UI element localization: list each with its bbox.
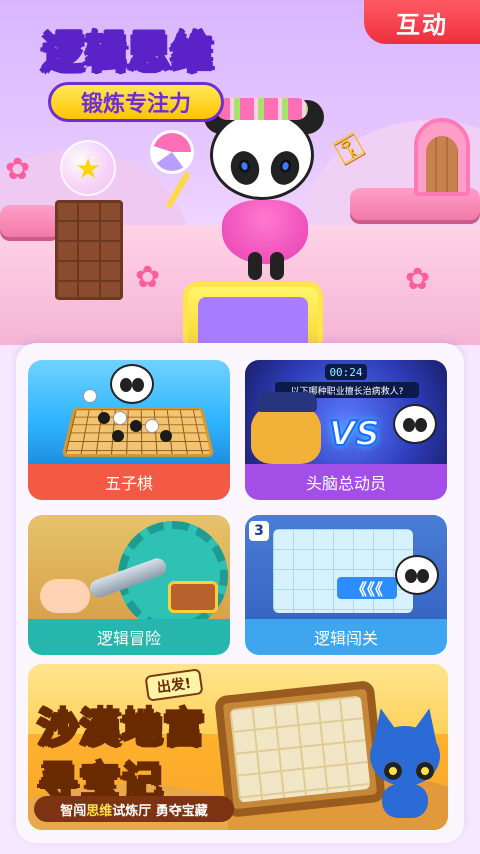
card-label: 头脑总动员: [245, 464, 447, 500]
gomoku-board: [61, 407, 214, 457]
treasure-chest-icon: [168, 581, 218, 613]
pink-platform: [0, 205, 60, 237]
banner-tagline: 智闯 思维 试炼厅 勇夺宝藏: [34, 796, 234, 822]
vs-badge: VS: [329, 414, 380, 454]
hero-title-block: 逻辑思维 锻炼专注力: [6, 8, 246, 126]
logic-levels-art: 3 《《《: [245, 515, 447, 619]
maze-box: [214, 680, 386, 818]
brain-battle-art: 00:24 以下哪种职业擅长治病救人? VS: [245, 360, 447, 464]
game-card-gomoku[interactable]: 五子棋: [28, 360, 230, 500]
flower-icon: ✿: [135, 260, 160, 295]
flower-icon: ✿: [5, 152, 30, 187]
interact-button[interactable]: 互动: [364, 0, 480, 44]
arrow-tiles: 《《《: [337, 577, 397, 599]
logic-adventure-art: [28, 515, 230, 619]
lollipop-icon: [150, 130, 194, 174]
chocolate-block: [55, 200, 123, 300]
level-number: 3: [249, 521, 269, 541]
hero-subtitle: 锻炼专注力: [48, 82, 224, 122]
panda-avatar: [393, 404, 437, 444]
game-card-logic-adventure[interactable]: 逻辑冒险: [28, 515, 230, 655]
hero-title: 逻辑思维: [12, 16, 244, 80]
game-card-brain-battle[interactable]: 00:24 以下哪种职业擅长治病救人? VS 头脑总动员: [245, 360, 447, 500]
lollipop-stick: [165, 171, 190, 209]
timer-display: 00:24: [325, 364, 367, 380]
ice-maze: [273, 529, 413, 613]
game-card-logic-levels[interactable]: 3 《《《 逻辑闯关: [245, 515, 447, 655]
card-label: 逻辑闯关: [245, 619, 447, 655]
blue-cat-character: [366, 708, 444, 818]
penguin-avatar: [395, 555, 439, 595]
hero-banner: ★ ✿ ✿ ✿ ⚿ 逻辑思维 锻炼专注力: [0, 0, 480, 345]
panda-avatar: [110, 364, 154, 404]
hand-icon: [40, 579, 90, 613]
gomoku-art: [28, 360, 230, 464]
dog-character: [251, 404, 321, 464]
card-label: 五子棋: [28, 464, 230, 500]
card-label: 逻辑冒险: [28, 619, 230, 655]
door-icon: [414, 118, 470, 196]
star-bubble-icon: ★: [60, 140, 116, 196]
flower-icon: ✿: [405, 262, 430, 297]
puzzle-block: [183, 282, 323, 345]
desert-treasure-banner[interactable]: 出发! 沙漠地宫 寻宝记 智闯 思维 试炼厅 勇夺宝藏: [28, 664, 448, 830]
banner-title-line1: 沙漠地宫: [38, 694, 206, 752]
